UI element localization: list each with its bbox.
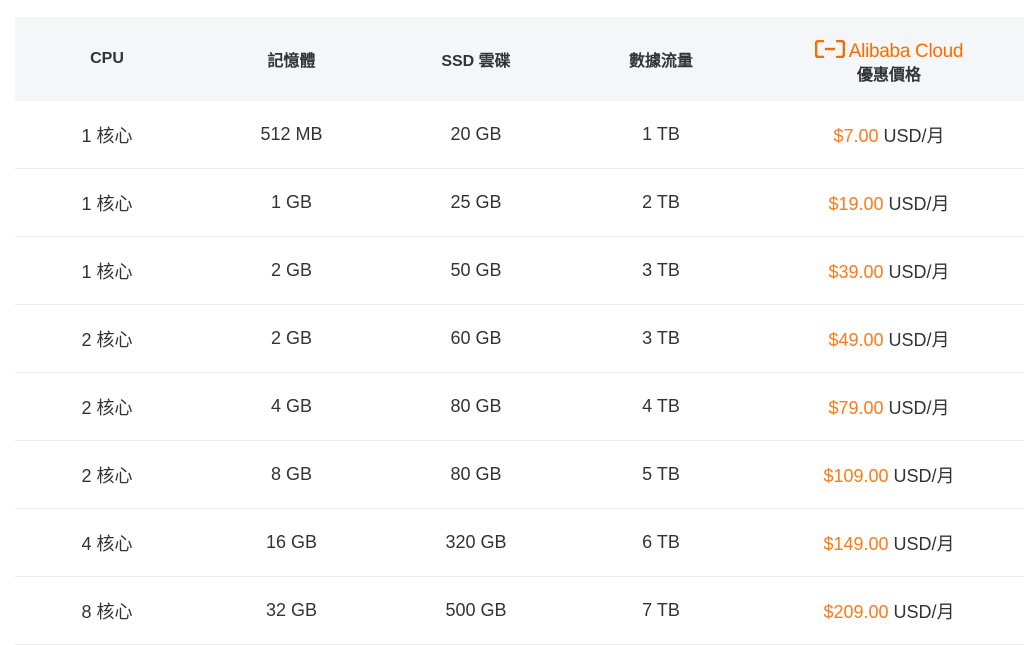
cell-memory: 2 GB <box>270 260 313 280</box>
cell-ssd: 60 GB <box>450 328 502 348</box>
cell-cpu: 4 核心 <box>81 533 133 554</box>
cell-price: $39.00 USD/月 <box>754 258 1024 284</box>
price-value: $149.00 <box>823 533 889 554</box>
table-row: 1 核心 2 GB 50 GB 3 TB $39.00 USD/月 <box>15 237 1024 305</box>
cell-memory: 16 GB <box>265 532 318 552</box>
header-price-label: 優惠價格 <box>856 67 921 84</box>
cell-cpu: 2 核心 <box>81 397 133 418</box>
cell-memory: 4 GB <box>270 396 313 416</box>
price-unit: USD/月 <box>888 397 950 418</box>
cell-ssd: 50 GB <box>450 260 502 280</box>
cell-ssd: 80 GB <box>450 396 502 416</box>
cell-memory: 32 GB <box>265 600 318 620</box>
price-unit: USD/月 <box>883 125 945 146</box>
table-row: 8 核心 32 GB 500 GB 7 TB $209.00 USD/月 <box>15 577 1024 645</box>
brand-logo: Alibaba Cloud <box>814 39 964 62</box>
header-cpu: CPU <box>90 50 124 67</box>
cell-ssd: 25 GB <box>450 192 502 212</box>
cell-traffic: 7 TB <box>642 600 680 620</box>
cell-memory: 8 GB <box>270 464 313 484</box>
price-unit: USD/月 <box>888 329 950 350</box>
alibaba-cloud-logo-icon <box>814 39 846 62</box>
cell-cpu: 1 核心 <box>81 125 133 146</box>
header-memory: 記憶體 <box>267 53 316 70</box>
table-row: 4 核心 16 GB 320 GB 6 TB $149.00 USD/月 <box>15 509 1024 577</box>
cell-traffic: 4 TB <box>642 396 680 416</box>
cell-price: $49.00 USD/月 <box>754 326 1024 352</box>
cell-memory: 512 MB <box>260 124 323 144</box>
cell-price: $79.00 USD/月 <box>754 394 1024 420</box>
cell-price: $209.00 USD/月 <box>754 598 1024 624</box>
cell-traffic: 6 TB <box>642 532 680 552</box>
price-value: $209.00 <box>823 601 889 622</box>
cell-memory: 2 GB <box>270 328 313 348</box>
table-row: 1 核心 1 GB 25 GB 2 TB $19.00 USD/月 <box>15 169 1024 237</box>
table-row: 2 核心 2 GB 60 GB 3 TB $49.00 USD/月 <box>15 305 1024 373</box>
cell-price: $7.00 USD/月 <box>754 122 1024 148</box>
cell-cpu: 1 核心 <box>81 193 133 214</box>
table-row: 1 核心 512 MB 20 GB 1 TB $7.00 USD/月 <box>15 101 1024 169</box>
price-unit: USD/月 <box>893 465 955 486</box>
cell-traffic: 3 TB <box>642 328 680 348</box>
price-unit: USD/月 <box>893 533 955 554</box>
price-value: $7.00 <box>833 125 879 146</box>
cell-traffic: 2 TB <box>642 192 680 212</box>
cell-price: $19.00 USD/月 <box>754 190 1024 216</box>
header-traffic: 數據流量 <box>628 53 693 70</box>
price-unit: USD/月 <box>888 193 950 214</box>
table-row: 2 核心 8 GB 80 GB 5 TB $109.00 USD/月 <box>15 441 1024 509</box>
price-value: $79.00 <box>828 397 884 418</box>
price-unit: USD/月 <box>888 261 950 282</box>
price-unit: USD/月 <box>893 601 955 622</box>
price-value: $39.00 <box>828 261 884 282</box>
cell-traffic: 5 TB <box>642 464 680 484</box>
pricing-table: CPU 記憶體 SSD 雲碟 數據流量 Alibaba Cloud 優惠價格 1… <box>15 17 1024 645</box>
header-ssd: SSD 雲碟 <box>441 53 511 70</box>
cell-price: $149.00 USD/月 <box>754 530 1024 556</box>
table-row: 2 核心 4 GB 80 GB 4 TB $79.00 USD/月 <box>15 373 1024 441</box>
cell-cpu: 8 核心 <box>81 601 133 622</box>
cell-memory: 1 GB <box>270 192 313 212</box>
brand-name: Alibaba Cloud <box>848 40 964 62</box>
cell-traffic: 1 TB <box>642 124 680 144</box>
cell-ssd: 80 GB <box>450 464 502 484</box>
header-price: Alibaba Cloud 優惠價格 <box>754 34 1024 84</box>
cell-traffic: 3 TB <box>642 260 680 280</box>
table-header: CPU 記憶體 SSD 雲碟 數據流量 Alibaba Cloud 優惠價格 <box>15 17 1024 101</box>
cell-cpu: 2 核心 <box>81 465 133 486</box>
price-value: $109.00 <box>823 465 889 486</box>
cell-price: $109.00 USD/月 <box>754 462 1024 488</box>
cell-ssd: 320 GB <box>445 532 507 552</box>
cell-ssd: 20 GB <box>450 124 502 144</box>
cell-ssd: 500 GB <box>445 600 507 620</box>
cell-cpu: 2 核心 <box>81 329 133 350</box>
cell-cpu: 1 核心 <box>81 261 133 282</box>
price-value: $49.00 <box>828 329 884 350</box>
price-value: $19.00 <box>828 193 884 214</box>
